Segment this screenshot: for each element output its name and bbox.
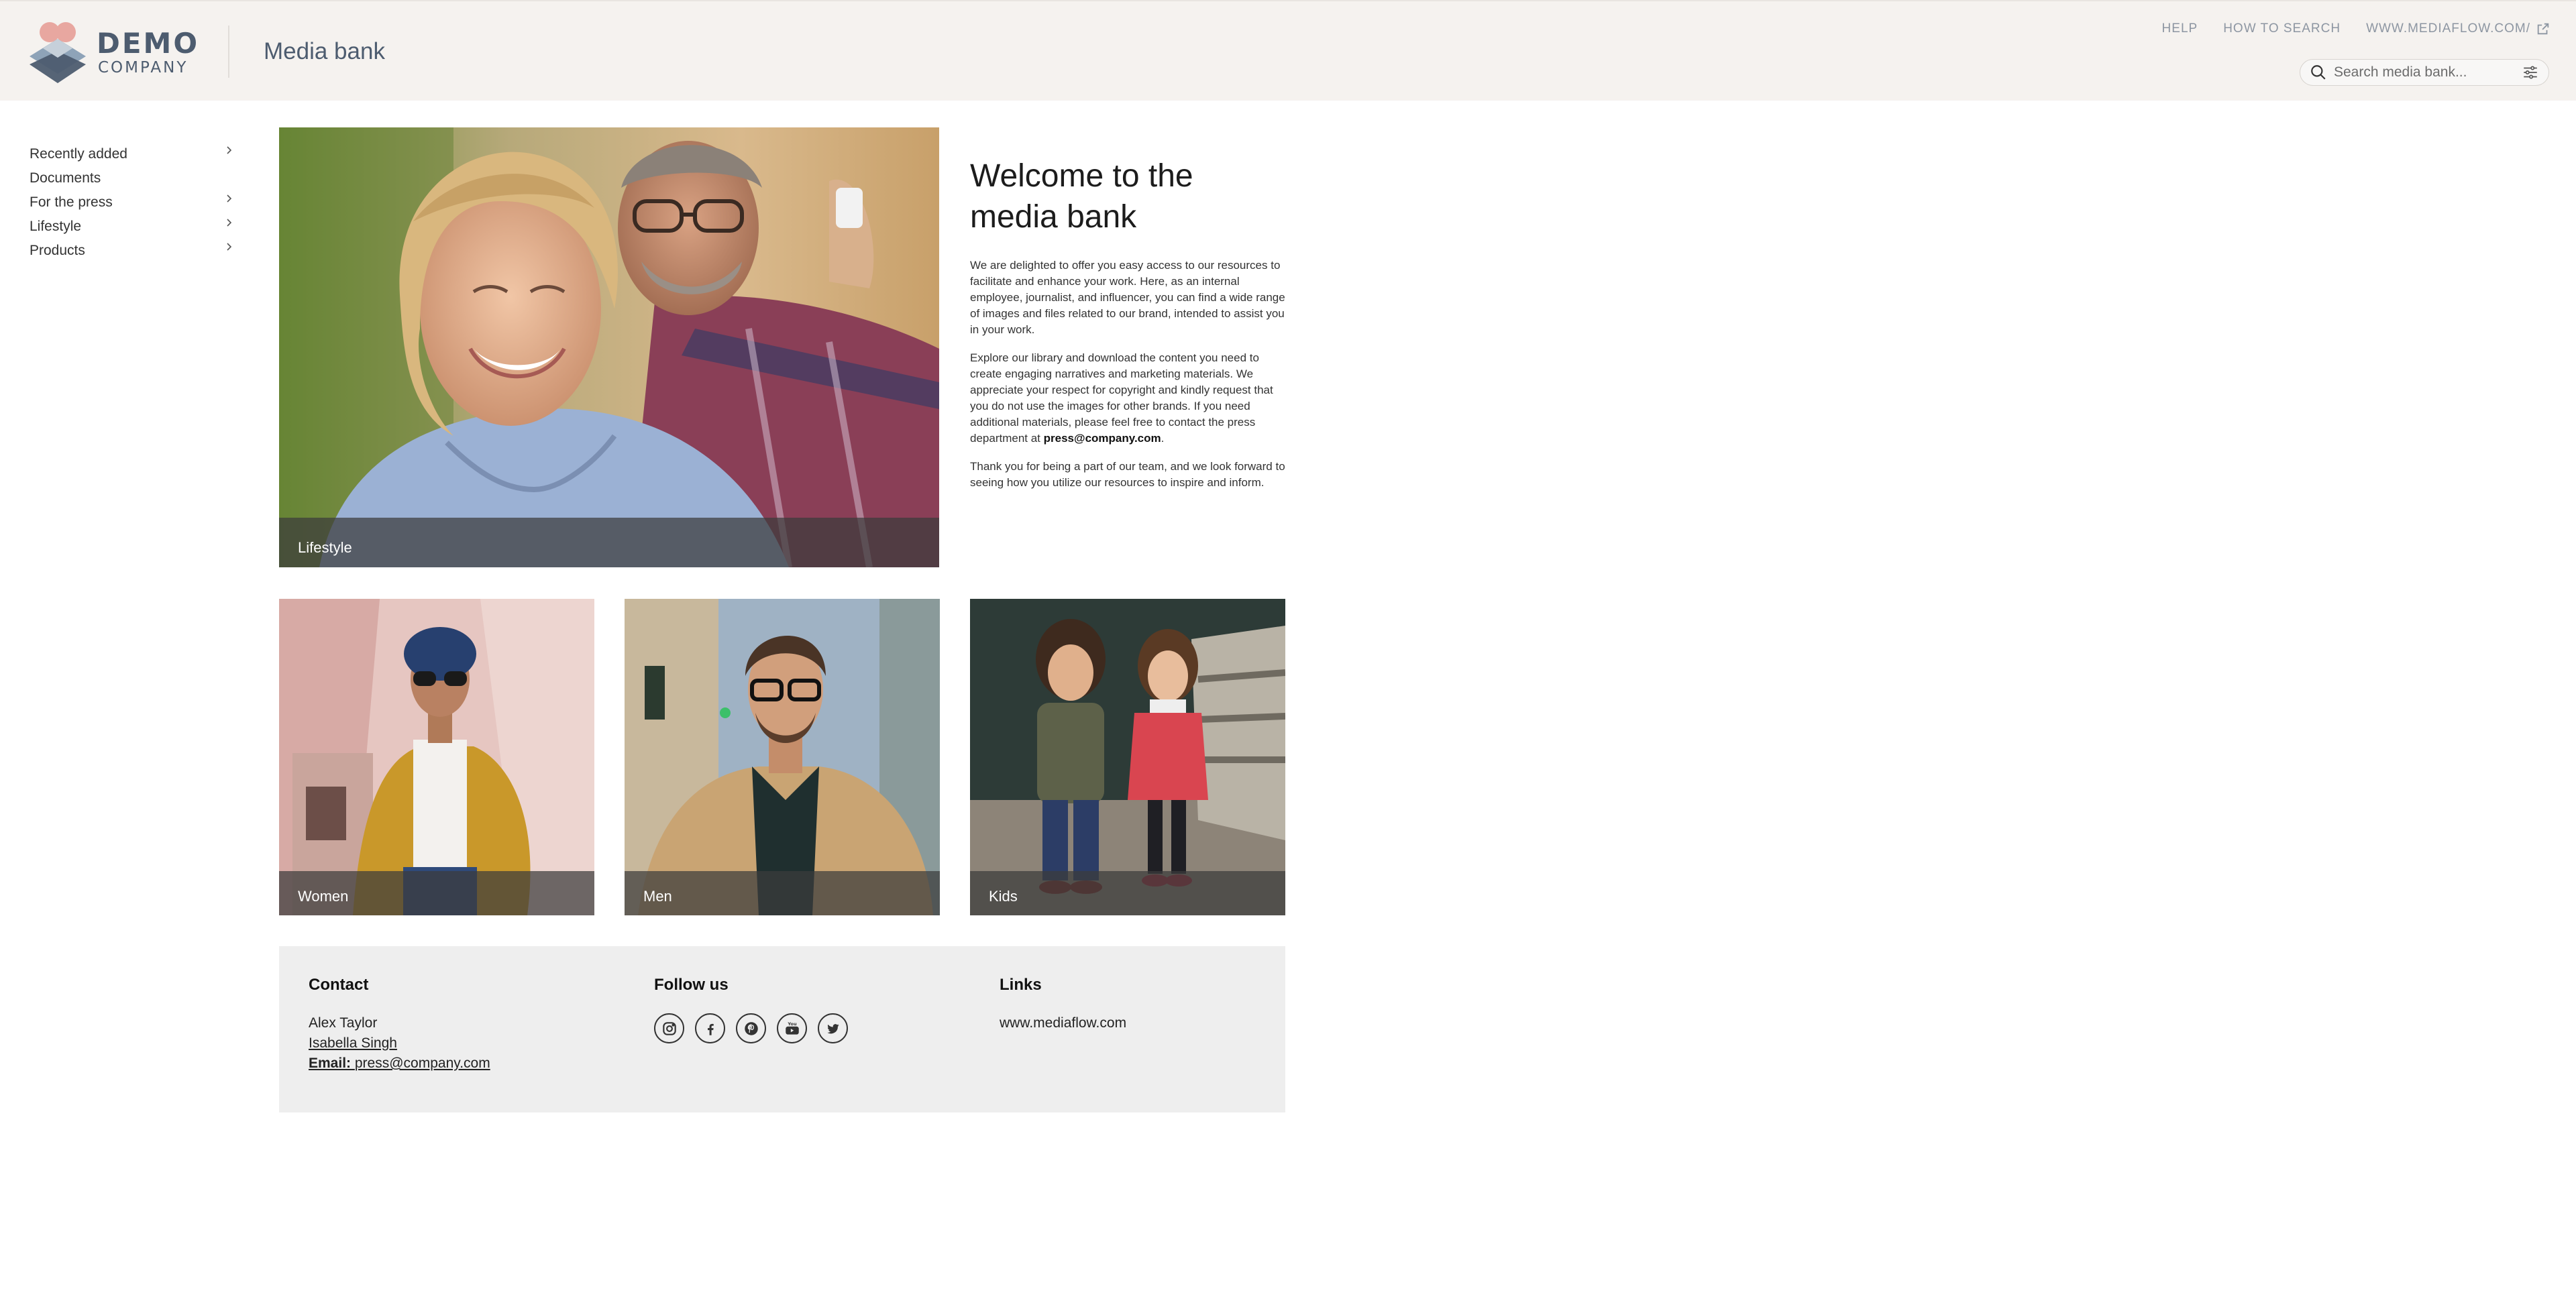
twitter-icon xyxy=(826,1023,839,1033)
welcome-paragraph-2-suffix: . xyxy=(1161,432,1165,445)
lifestyle-hero-image xyxy=(279,127,939,567)
youtube-link[interactable]: You xyxy=(777,1013,807,1043)
footer-follow: Follow us You xyxy=(654,976,848,1043)
how-to-search-link[interactable]: HOW TO SEARCH xyxy=(2223,21,2341,36)
footer-contact: Contact Alex Taylor Isabella Singh Email… xyxy=(309,976,490,1074)
category-tile-kids[interactable]: Kids xyxy=(970,599,1285,915)
contact-name-link[interactable]: Isabella Singh xyxy=(309,1035,397,1051)
sidebar-nav: Recently added Documents For the press L… xyxy=(30,142,237,263)
sidebar-item-products[interactable]: Products xyxy=(30,239,237,263)
hero-caption: Lifestyle xyxy=(279,518,939,567)
women-category-image xyxy=(279,599,594,915)
how-to-search-link-label: HOW TO SEARCH xyxy=(2223,21,2341,36)
svg-text:You: You xyxy=(787,1021,797,1027)
contact-name: Alex Taylor xyxy=(309,1015,378,1031)
mediaflow-footer-link[interactable]: www.mediaflow.com xyxy=(1000,1015,1126,1031)
pinterest-icon xyxy=(744,1021,758,1035)
sidebar-item-label: Products xyxy=(30,243,85,258)
welcome-paragraph-3: Thank you for being a part of our team, … xyxy=(970,460,1285,489)
external-link-icon xyxy=(2537,23,2549,35)
kids-caption: Kids xyxy=(970,871,1285,915)
welcome-paragraph-2-text: Explore our library and download the con… xyxy=(970,351,1273,445)
press-email-link[interactable]: press@company.com xyxy=(1044,432,1161,445)
men-caption: Men xyxy=(625,871,940,915)
footer-links-heading: Links xyxy=(1000,976,1042,994)
instagram-icon xyxy=(662,1021,676,1035)
footer-follow-heading: Follow us xyxy=(654,976,729,994)
kids-category-image xyxy=(970,599,1285,915)
sidebar-item-recently-added[interactable]: Recently added xyxy=(30,142,237,166)
sidebar-item-lifestyle[interactable]: Lifestyle xyxy=(30,215,237,239)
company-logo[interactable]: DEMO COMPANY xyxy=(28,21,197,83)
search-icon[interactable] xyxy=(2310,64,2327,81)
sidebar-item-label: Recently added xyxy=(30,146,127,162)
sidebar-item-for-the-press[interactable]: For the press xyxy=(30,190,237,215)
twitter-link[interactable] xyxy=(818,1013,848,1043)
sidebar-item-label: For the press xyxy=(30,194,113,210)
chevron-right-icon[interactable] xyxy=(224,193,235,204)
contact-email-link[interactable]: Email: press@company.com xyxy=(309,1055,490,1071)
youtube-icon: You xyxy=(785,1021,799,1035)
chevron-right-icon[interactable] xyxy=(224,145,235,156)
contact-email: press@company.com xyxy=(354,1055,490,1071)
mediaflow-site-link[interactable]: WWW.MEDIAFLOW.COM/ xyxy=(2366,21,2551,36)
page-footer: Contact Alex Taylor Isabella Singh Email… xyxy=(279,946,1285,1112)
pinterest-link[interactable] xyxy=(736,1013,766,1043)
email-label: Email: xyxy=(309,1055,352,1071)
mediaflow-site-link-label: WWW.MEDIAFLOW.COM/ xyxy=(2366,21,2530,36)
search-bar xyxy=(2300,59,2549,86)
sidebar-item-documents[interactable]: Documents xyxy=(30,166,237,190)
category-tile-men[interactable]: Men xyxy=(625,599,940,915)
filter-icon[interactable] xyxy=(2522,64,2539,81)
welcome-section: Welcome to the media bank We are delight… xyxy=(970,156,1285,503)
category-tile-women[interactable]: Women xyxy=(279,599,594,915)
footer-contact-heading: Contact xyxy=(309,976,369,994)
logo-mark-icon xyxy=(30,22,86,83)
top-header: DEMO COMPANY Media bank HELP HOW TO SEAR… xyxy=(0,0,2576,101)
facebook-link[interactable] xyxy=(695,1013,725,1043)
top-links: HELP HOW TO SEARCH WWW.MEDIAFLOW.COM/ xyxy=(2162,21,2551,36)
welcome-heading: Welcome to the media bank xyxy=(970,158,1193,235)
chevron-right-icon[interactable] xyxy=(224,241,235,252)
help-link[interactable]: HELP xyxy=(2162,21,2198,36)
logo-text-primary: DEMO xyxy=(97,27,200,60)
chevron-right-icon[interactable] xyxy=(224,217,235,228)
sidebar-item-label: Documents xyxy=(30,170,101,186)
social-icons: You xyxy=(654,1013,848,1043)
sidebar-item-label: Lifestyle xyxy=(30,219,82,234)
search-input[interactable] xyxy=(2327,64,2522,80)
men-category-image xyxy=(625,599,940,915)
welcome-paragraph-2: Explore our library and download the con… xyxy=(970,350,1285,447)
welcome-paragraph-1: We are delighted to offer you easy acces… xyxy=(970,259,1285,336)
facebook-icon xyxy=(707,1023,714,1035)
logo-text-secondary: COMPANY xyxy=(98,59,189,76)
footer-links: Links www.mediaflow.com xyxy=(1000,976,1126,1033)
instagram-link[interactable] xyxy=(654,1013,684,1043)
women-caption: Women xyxy=(279,871,594,915)
header-divider xyxy=(228,25,229,78)
help-link-label: HELP xyxy=(2161,21,2198,36)
page-title: Media bank xyxy=(264,38,385,64)
hero-lifestyle-card[interactable]: Lifestyle xyxy=(279,127,939,567)
